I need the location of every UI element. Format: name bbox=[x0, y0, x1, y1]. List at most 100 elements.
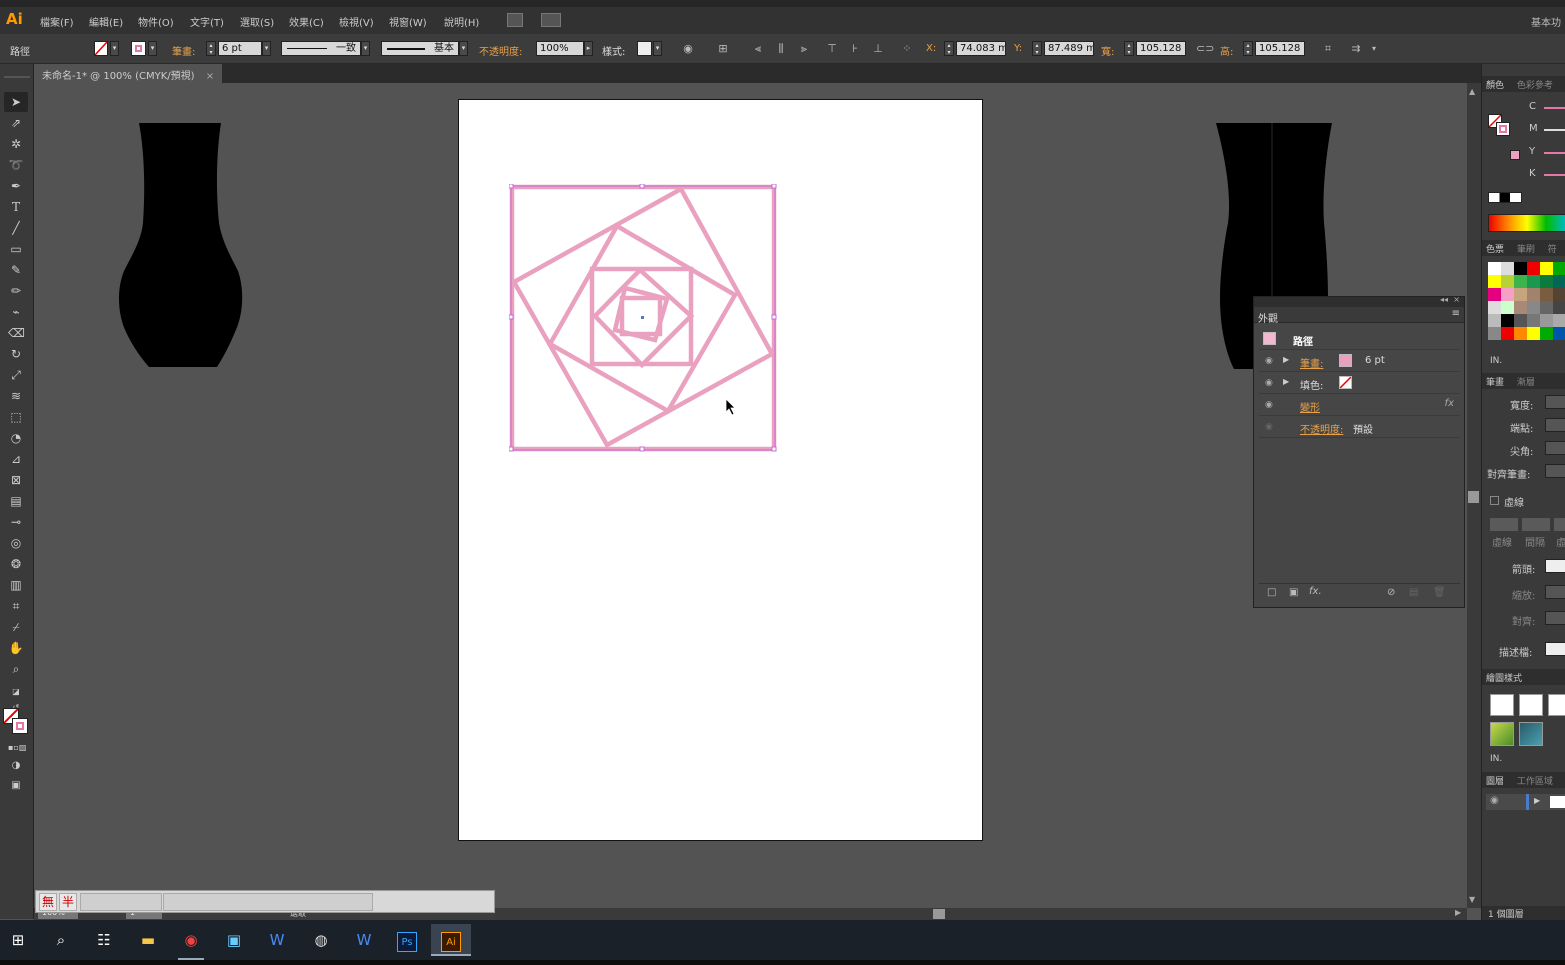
menu-object[interactable]: 物件(O) bbox=[138, 14, 174, 29]
cyan-slider[interactable] bbox=[1544, 107, 1565, 109]
arrow-scale-field[interactable] bbox=[1545, 585, 1565, 599]
graphic-style-leaf[interactable] bbox=[1490, 722, 1514, 746]
menu-help[interactable]: 說明(H) bbox=[444, 14, 479, 29]
eye-icon[interactable]: ◉ bbox=[1265, 377, 1277, 389]
appearance-tab[interactable]: 外觀 bbox=[1258, 310, 1278, 325]
vertical-scroll-thumb[interactable] bbox=[1468, 491, 1479, 503]
align-right-icon[interactable]: ⫸ bbox=[798, 43, 810, 55]
stroke-link[interactable]: 筆畫: bbox=[1300, 355, 1323, 370]
screen-mode-icon[interactable]: ▣ bbox=[8, 778, 24, 794]
yellow-slider[interactable] bbox=[1544, 152, 1565, 154]
style-dropdown[interactable]: ▾ bbox=[653, 41, 662, 56]
close-tab-icon[interactable]: × bbox=[206, 71, 214, 82]
appearance-object-row[interactable]: 路徑 bbox=[1259, 328, 1460, 350]
blob-brush-icon[interactable]: ⌁ bbox=[8, 304, 24, 320]
collapse-icon[interactable]: ◂◂ bbox=[1440, 295, 1448, 304]
selection-tool-icon[interactable]: ➤ bbox=[8, 94, 24, 110]
ime-mode-key[interactable]: 無 bbox=[39, 893, 57, 911]
graphic-style-3[interactable] bbox=[1548, 694, 1565, 716]
menu-view[interactable]: 檢視(V) bbox=[339, 14, 374, 29]
clear-appearance-icon[interactable]: ⊘ bbox=[1387, 587, 1395, 598]
eye-icon[interactable]: ◉ bbox=[1265, 355, 1277, 367]
tab-layers[interactable]: 圖層 bbox=[1486, 777, 1504, 787]
color-panel-header[interactable]: 顏色 色彩參考 bbox=[1482, 76, 1565, 92]
panel-menu-icon[interactable]: ≡ bbox=[1452, 308, 1460, 319]
column-graph-icon[interactable]: ▥ bbox=[8, 577, 24, 593]
close-panel-icon[interactable]: × bbox=[1453, 295, 1460, 304]
transform-effect-link[interactable]: 變形 bbox=[1300, 399, 1320, 414]
fx-icon[interactable]: fx bbox=[1445, 398, 1454, 409]
align-middle-icon[interactable]: ⊦ bbox=[849, 43, 861, 55]
magic-wand-icon[interactable]: ✲ bbox=[8, 136, 24, 152]
tab-symbols[interactable]: 符 bbox=[1548, 245, 1557, 255]
free-transform-icon[interactable]: ⬚ bbox=[8, 409, 24, 425]
reference-point-icon[interactable]: ⁘ bbox=[901, 43, 913, 55]
align-bottom-icon[interactable]: ⊥ bbox=[872, 43, 884, 55]
scroll-up-icon[interactable]: ▲ bbox=[1469, 87, 1475, 96]
height-stepper[interactable]: ▴ ▾ bbox=[1243, 41, 1253, 56]
vertical-scrollbar[interactable]: ▲ ▼ bbox=[1467, 83, 1481, 908]
tab-color[interactable]: 顏色 bbox=[1486, 81, 1504, 91]
eraser-icon[interactable]: ⌫ bbox=[8, 325, 25, 341]
lasso-icon[interactable]: ➰ bbox=[8, 157, 24, 173]
word-icon-2[interactable]: W bbox=[348, 924, 380, 956]
expand-triangle-icon[interactable]: ▶ bbox=[1283, 355, 1289, 364]
obs-icon[interactable]: ◍ bbox=[305, 924, 337, 956]
y-field[interactable]: 87.489 m bbox=[1044, 41, 1094, 56]
recolor-artwork-icon[interactable]: ◉ bbox=[682, 43, 694, 55]
appearance-transform-row[interactable]: ◉ 變形 fx bbox=[1259, 394, 1460, 416]
cap-buttons[interactable] bbox=[1545, 418, 1565, 432]
opacity-dropdown[interactable]: ▸ bbox=[584, 41, 593, 56]
graphic-style-water[interactable] bbox=[1519, 722, 1543, 746]
appearance-panel-header[interactable]: ◂◂ × bbox=[1254, 295, 1464, 307]
y-stepper[interactable]: ▴ ▾ bbox=[1032, 41, 1042, 56]
menu-edit[interactable]: 編輯(E) bbox=[89, 14, 123, 29]
scale-icon[interactable]: ⤢ bbox=[8, 367, 24, 383]
document-tab[interactable]: 未命名-1* @ 100% (CMYK/預視) × bbox=[34, 64, 223, 83]
isolate-icon[interactable]: ⇉ bbox=[1350, 43, 1362, 55]
artboard[interactable] bbox=[458, 99, 983, 841]
app-icon[interactable]: ▣ bbox=[218, 924, 250, 956]
stroke-panel-header[interactable]: 筆畫 漸層 bbox=[1482, 373, 1565, 389]
rotate-icon[interactable]: ↻ bbox=[8, 346, 24, 362]
file-explorer-icon[interactable]: ▬ bbox=[132, 924, 164, 956]
pencil-icon[interactable]: ✏ bbox=[8, 283, 24, 299]
menu-window[interactable]: 視窗(W) bbox=[389, 14, 427, 29]
arrowhead-dropdown[interactable] bbox=[1545, 559, 1565, 573]
shape-builder-icon[interactable]: ◔ bbox=[8, 430, 24, 446]
brush-dropdown[interactable]: ▾ bbox=[459, 41, 468, 56]
illustrator-icon[interactable]: Ai bbox=[431, 924, 471, 956]
opacity-field[interactable]: 100% bbox=[536, 41, 584, 56]
graphic-style-default[interactable] bbox=[1490, 694, 1514, 716]
mesh-icon[interactable]: ⊠ bbox=[8, 472, 24, 488]
none-black-white-swatches[interactable] bbox=[1488, 192, 1522, 203]
fill-none-swatch-panel[interactable] bbox=[1339, 376, 1352, 389]
scroll-down-icon[interactable]: ▼ bbox=[1469, 895, 1475, 904]
paintbrush-icon[interactable]: ✎ bbox=[8, 262, 24, 278]
corner-buttons[interactable] bbox=[1545, 441, 1565, 455]
layer-expand-icon[interactable]: ▶ bbox=[1534, 796, 1540, 805]
fill-dropdown[interactable]: ▾ bbox=[110, 41, 119, 56]
horizontal-scrollbar[interactable]: ▶ bbox=[495, 908, 1467, 920]
align-left-icon[interactable]: ⫷ bbox=[752, 43, 764, 55]
chrome-icon[interactable]: ◉ bbox=[175, 924, 207, 956]
search-icon[interactable]: ⌕ bbox=[45, 924, 77, 956]
tab-swatches[interactable]: 色票 bbox=[1486, 245, 1504, 255]
gap-field[interactable] bbox=[1522, 518, 1550, 531]
stroke-indicator[interactable] bbox=[12, 718, 28, 734]
dash-field[interactable] bbox=[1490, 518, 1518, 531]
appearance-opacity-row[interactable]: ◉ 不透明度: 預設 bbox=[1259, 416, 1460, 438]
swatch-grid[interactable] bbox=[1488, 262, 1565, 340]
new-stroke-icon[interactable]: □ bbox=[1267, 587, 1276, 598]
tab-gradient[interactable]: 漸層 bbox=[1517, 378, 1535, 388]
black-slider[interactable] bbox=[1544, 174, 1565, 176]
x-field[interactable]: 74.083 m bbox=[956, 41, 1006, 56]
opacity-link[interactable]: 不透明度: bbox=[1300, 421, 1343, 436]
menu-effect[interactable]: 效果(C) bbox=[289, 14, 324, 29]
height-field[interactable]: 105.128 bbox=[1255, 41, 1305, 56]
width-stepper[interactable]: ▴ ▾ bbox=[1124, 41, 1134, 56]
horizontal-scroll-thumb[interactable] bbox=[933, 909, 945, 919]
photoshop-icon[interactable]: Ps bbox=[391, 924, 423, 956]
layer-row[interactable]: ◉ ▶ bbox=[1486, 794, 1565, 810]
stroke-swatch[interactable] bbox=[131, 41, 146, 56]
